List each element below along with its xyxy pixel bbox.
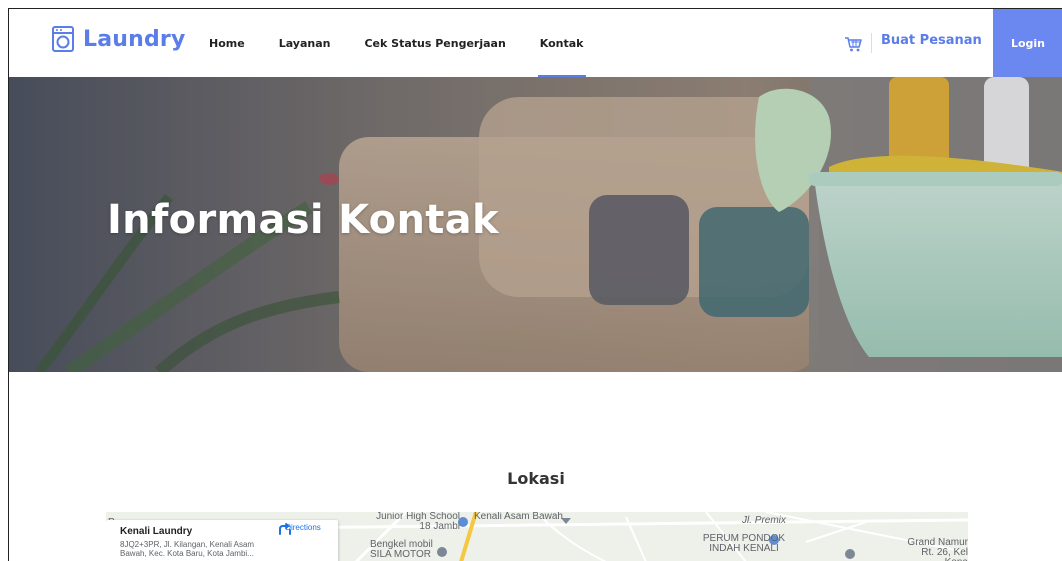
place-address: 8JQ2+3PR, Jl. Kilangan, Kenali Asam Bawa…: [120, 540, 255, 558]
nav-item-cek-status[interactable]: Cek Status Pengerjaan: [364, 9, 505, 77]
navbar: Laundry Home Layanan Cek Status Pengerja…: [9, 9, 1062, 77]
cart-icon[interactable]: [844, 36, 862, 52]
directions-icon: [279, 523, 291, 535]
order-link[interactable]: Buat Pesanan: [881, 33, 982, 48]
map-place-card: Kenali Laundry 8JQ2+3PR, Jl. Kilangan, K…: [106, 520, 338, 561]
map-label-perum: PERUM PONDOK INDAH KENALI: [702, 533, 786, 554]
location-section-title: Lokasi: [507, 469, 565, 488]
map-label-grand: Grand Namur Rt. 26, Kel Kena: [907, 537, 968, 561]
map-label-school: Junior High School 18 Jambi: [376, 512, 460, 532]
nav-item-home[interactable]: Home: [209, 9, 245, 77]
map-label-workshop: Bengkel mobil SILA MOTOR: [370, 539, 433, 560]
place-name: Kenali Laundry: [120, 526, 193, 537]
hero-banner: Informasi Kontak: [9, 77, 1062, 372]
map-label-road: Kenali Asam Bawah: [474, 512, 563, 522]
nav-divider: [871, 33, 872, 53]
nav-item-kontak[interactable]: Kontak: [537, 9, 586, 77]
hero-title: Informasi Kontak: [107, 197, 499, 243]
map-label-premix: Jl. Premix: [742, 515, 786, 526]
login-button[interactable]: Login: [993, 9, 1062, 77]
washing-machine-icon: [52, 26, 74, 52]
browser-viewport: Laundry Home Layanan Cek Status Pengerja…: [8, 8, 1062, 561]
nav-item-layanan[interactable]: Layanan: [279, 9, 331, 77]
brand-logo-link[interactable]: Laundry: [52, 26, 186, 52]
brand-name: Laundry: [83, 26, 186, 52]
google-map-embed[interactable]: P 2 Junior High School 18 Jambi Kenali A…: [106, 512, 968, 561]
main-nav: Home Layanan Cek Status Pengerjaan Konta…: [209, 9, 618, 77]
directions-button[interactable]: Directions: [278, 522, 328, 535]
